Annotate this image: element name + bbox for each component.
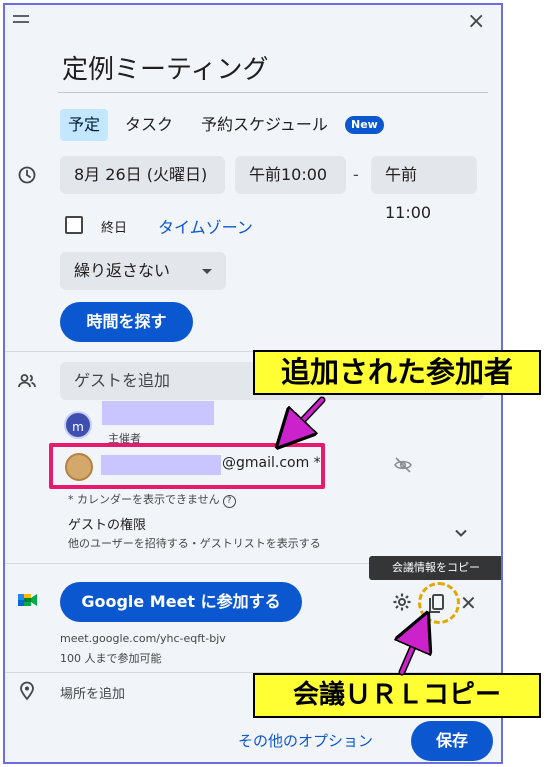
people-icon — [18, 374, 36, 388]
guest-permissions-desc: 他のユーザーを招待する・ゲストリストを表示する — [68, 537, 321, 550]
close-icon[interactable]: × — [467, 9, 485, 34]
tab-event[interactable]: 予定 — [60, 109, 109, 141]
timezone-link[interactable]: タイムゾーン — [158, 214, 253, 238]
allday-checkbox[interactable] — [65, 216, 83, 234]
drag-handle-icon[interactable] — [13, 15, 29, 25]
meet-link[interactable]: meet.google.com/yhc-eqft-bjv — [60, 632, 226, 645]
calendar-note-text: * カレンダーを表示できません — [68, 493, 220, 506]
chevron-down-icon[interactable] — [451, 523, 471, 543]
eye-off-icon[interactable] — [393, 455, 413, 475]
find-time-button[interactable]: 時間を探す — [60, 302, 193, 342]
repeat-dropdown[interactable]: 繰り返さない — [60, 252, 226, 290]
copy-highlight-circle — [418, 582, 460, 624]
dropdown-caret-icon — [202, 269, 212, 274]
end-time-field[interactable]: 午前11:00 — [371, 156, 477, 222]
start-time-field[interactable]: 午前10:00 — [235, 156, 346, 194]
new-badge: New — [345, 116, 384, 134]
event-title-input[interactable]: 定例ミーティング — [58, 47, 488, 93]
organizer-name-redacted — [102, 401, 214, 425]
guests-callout: 追加された参加者 — [253, 350, 541, 395]
organizer-avatar: m — [64, 411, 92, 439]
join-meet-button[interactable]: Google Meet に参加する — [60, 582, 302, 622]
copy-tooltip: 会議情報をコピー — [369, 556, 501, 580]
allday-label: 終日 — [101, 221, 128, 236]
copy-url-callout: 会議ＵＲＬコピー — [253, 673, 541, 718]
more-options-link[interactable]: その他のオプション — [238, 730, 373, 751]
date-field[interactable]: 8月 26日 (火曜日) — [60, 156, 225, 194]
google-meet-icon — [18, 594, 37, 606]
location-pin-icon — [20, 681, 34, 701]
repeat-value: 繰り返さない — [74, 261, 171, 280]
gear-icon[interactable] — [392, 592, 412, 612]
meet-participant-limit: 100 人まで参加可能 — [60, 652, 162, 665]
remove-meet-icon[interactable]: ✕ — [460, 591, 477, 615]
clock-icon — [18, 166, 36, 184]
guest-permissions-title[interactable]: ゲストの権限 — [68, 514, 146, 533]
guest-highlight-box — [49, 443, 325, 489]
time-separator: - — [353, 165, 359, 184]
help-icon[interactable]: ? — [222, 495, 236, 508]
tab-appointment-schedule[interactable]: 予約スケジュール — [193, 109, 336, 141]
save-button[interactable]: 保存 — [411, 721, 493, 761]
calendar-note: * カレンダーを表示できません? — [68, 491, 236, 508]
tab-task[interactable]: タスク — [117, 109, 181, 141]
add-location-field[interactable]: 場所を追加 — [60, 683, 125, 702]
